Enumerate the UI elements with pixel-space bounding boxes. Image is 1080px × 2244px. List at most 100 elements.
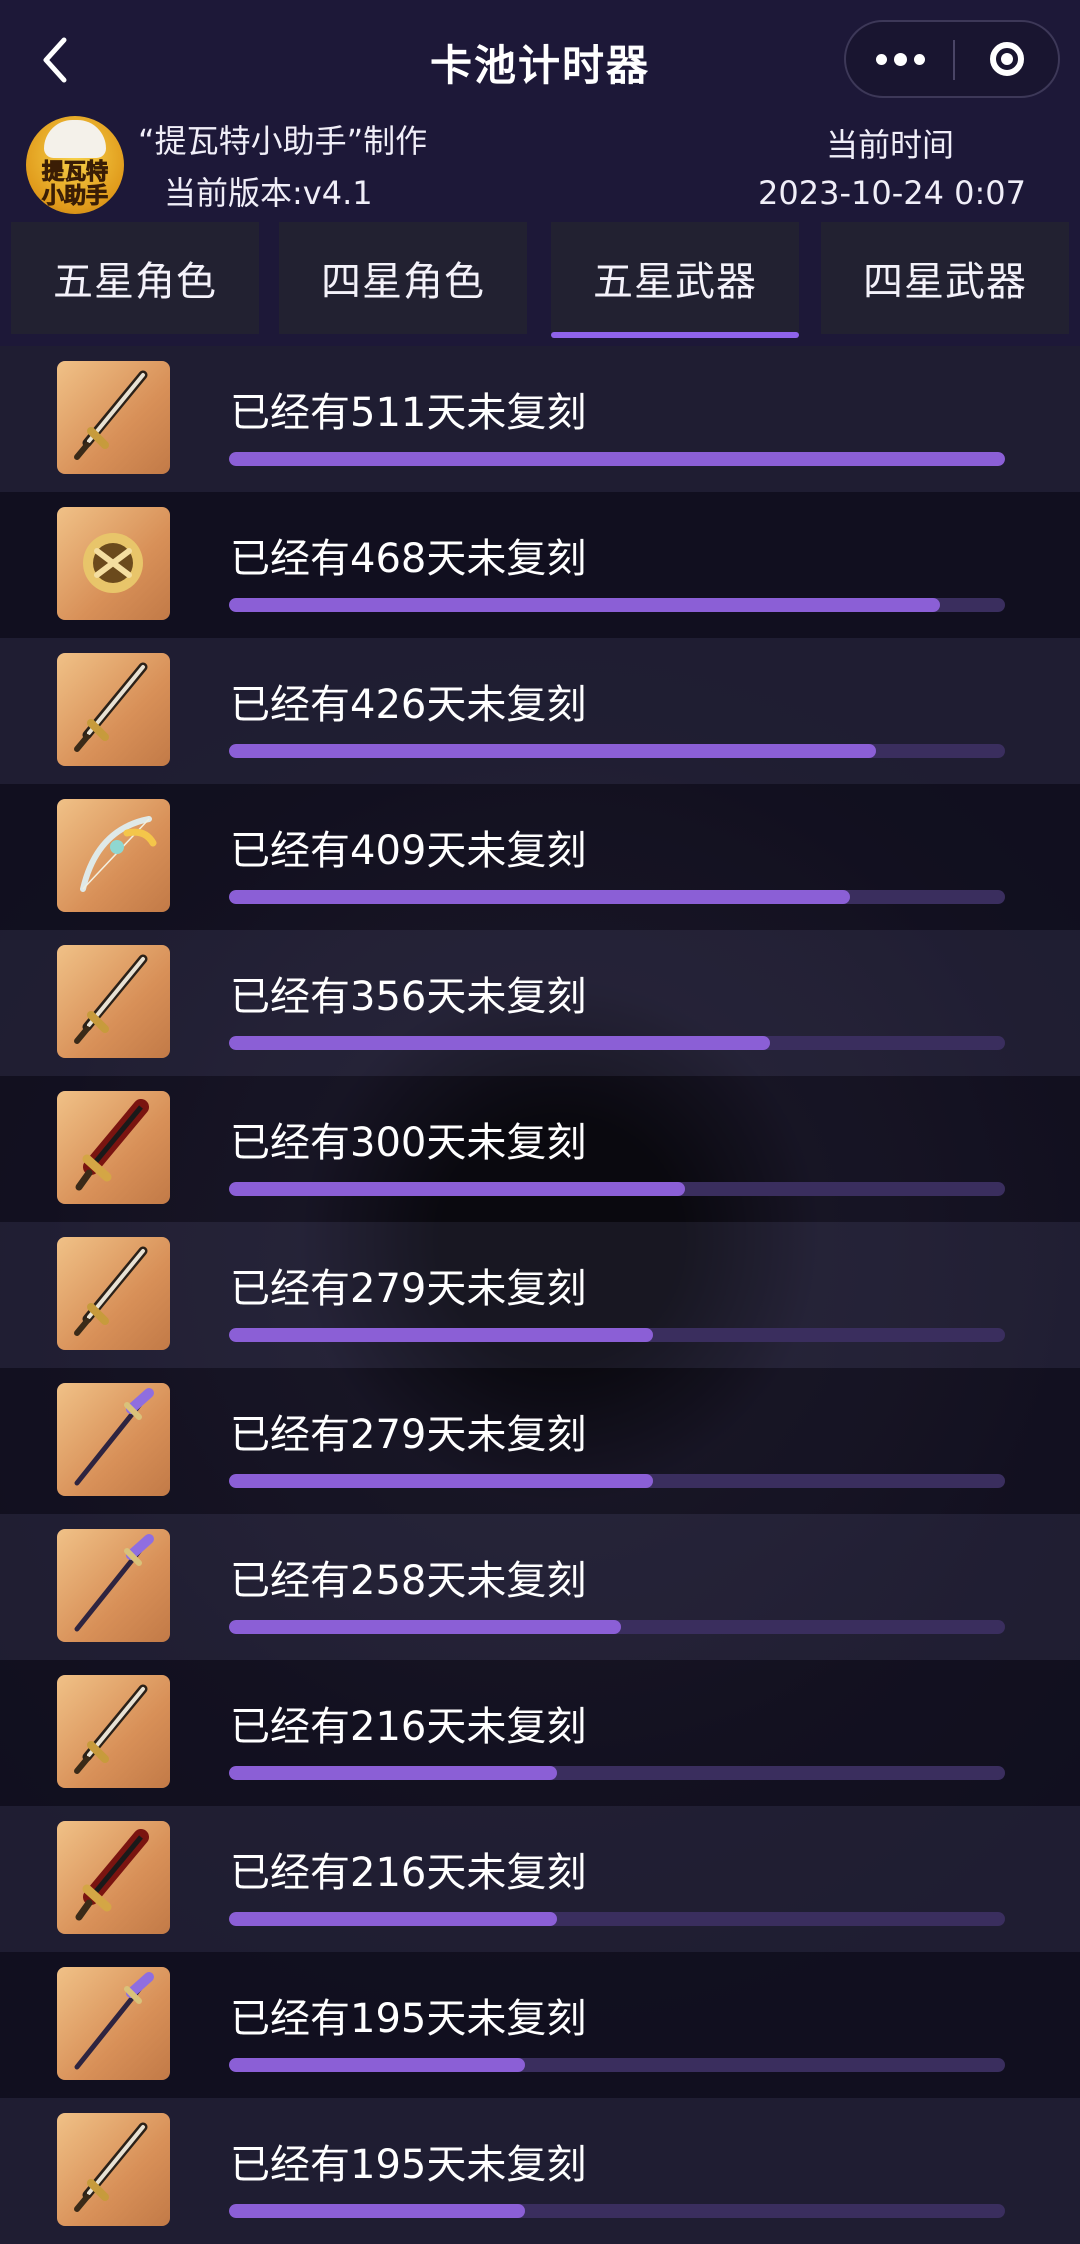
progress-track (229, 890, 1005, 904)
sword-icon (74, 2122, 148, 2212)
days-since-rerun-text: 已经有356天未复刻 (230, 974, 587, 1020)
close-button[interactable] (954, 22, 1060, 96)
tab-five-star-weapons[interactable]: 五星武器 (551, 222, 799, 338)
days-since-rerun-text: 已经有216天未复刻 (230, 1850, 587, 1896)
progress-fill (229, 744, 876, 758)
progress-fill (229, 1182, 685, 1196)
polearm-icon (74, 1972, 154, 2070)
mini-program-capsule (844, 20, 1060, 98)
polearm-icon (74, 1388, 154, 1486)
mascot-hair (44, 120, 106, 158)
days-since-rerun-text: 已经有279天未复刻 (230, 1412, 587, 1458)
weapon-thumbnail (57, 507, 170, 620)
weapon-row[interactable]: 已经有356天未复刻 (0, 930, 1080, 1076)
weapon-row[interactable]: 已经有279天未复刻 (0, 1222, 1080, 1368)
weapon-row[interactable]: 已经有216天未复刻 (0, 1660, 1080, 1806)
progress-fill (229, 2204, 526, 2218)
weapon-thumbnail (57, 799, 170, 912)
progress-track (229, 598, 1005, 612)
progress-fill (229, 1620, 621, 1634)
bow-icon (80, 816, 157, 892)
app-header: 提瓦特 小助手 “提瓦特小助手”制作 当前版本:v4.1 当前时间 2023-1… (0, 110, 1080, 220)
nav-bar: 卡池计时器 (0, 0, 1080, 120)
weapon-row[interactable]: 已经有216天未复刻 (0, 1806, 1080, 1952)
progress-track (229, 452, 1005, 466)
progress-track (229, 1182, 1005, 1196)
weapon-thumbnail (57, 1383, 170, 1496)
weapon-row[interactable]: 已经有258天未复刻 (0, 1514, 1080, 1660)
sword-icon (74, 954, 148, 1044)
more-button[interactable] (846, 22, 954, 96)
weapon-row[interactable]: 已经有195天未复刻 (0, 1952, 1080, 2098)
progress-track (229, 1912, 1005, 1926)
progress-fill (229, 1328, 653, 1342)
app-logo: 提瓦特 小助手 (26, 116, 124, 214)
progress-fill (229, 1036, 770, 1050)
days-since-rerun-text: 已经有300天未复刻 (230, 1120, 587, 1166)
progress-fill (229, 1766, 557, 1780)
version-label: 当前版本:v4.1 (164, 174, 373, 212)
weapon-row[interactable]: 已经有468天未复刻 (0, 492, 1080, 638)
weapon-list: 已经有511天未复刻 已经有468天未复刻 已经有426天未复刻 已经有409天未复刻… (0, 346, 1080, 2244)
progress-track (229, 2204, 1005, 2218)
claymore-icon (75, 1099, 149, 1191)
weapon-thumbnail (57, 1821, 170, 1934)
weapon-row[interactable]: 已经有426天未复刻 (0, 638, 1080, 784)
weapon-row[interactable]: 已经有300天未复刻 (0, 1076, 1080, 1222)
days-since-rerun-text: 已经有279天未复刻 (230, 1266, 587, 1312)
weapon-thumbnail (57, 653, 170, 766)
more-dots-icon (913, 53, 925, 65)
sword-icon (74, 1246, 148, 1336)
progress-track (229, 1620, 1005, 1634)
progress-fill (229, 598, 940, 612)
current-time-label: 当前时间 (826, 126, 955, 164)
sword-icon (74, 370, 148, 460)
weapon-row[interactable]: 已经有511天未复刻 (0, 346, 1080, 492)
days-since-rerun-text: 已经有409天未复刻 (230, 828, 587, 874)
progress-track (229, 744, 1005, 758)
tab-label: 四星角色 (321, 259, 485, 305)
weapon-thumbnail (57, 1091, 170, 1204)
tab-four-star-characters[interactable]: 四星角色 (279, 222, 527, 334)
tab-five-star-characters[interactable]: 五星角色 (11, 222, 259, 334)
claymore-icon (75, 1829, 149, 1921)
progress-track (229, 1328, 1005, 1342)
tab-four-star-weapons[interactable]: 四星武器 (821, 222, 1069, 334)
weapon-row[interactable]: 已经有279天未复刻 (0, 1368, 1080, 1514)
progress-fill (229, 1474, 653, 1488)
progress-fill (229, 1912, 557, 1926)
days-since-rerun-text: 已经有426天未复刻 (230, 682, 587, 728)
weapon-thumbnail (57, 1675, 170, 1788)
more-dots-icon (875, 53, 887, 65)
weapon-thumbnail (57, 361, 170, 474)
weapon-thumbnail (57, 1967, 170, 2080)
weapon-thumbnail (57, 945, 170, 1058)
days-since-rerun-text: 已经有195天未复刻 (230, 2142, 587, 2188)
weapon-row[interactable]: 已经有195天未复刻 (0, 2098, 1080, 2244)
weapon-thumbnail (57, 1237, 170, 1350)
weapon-row[interactable]: 已经有409天未复刻 (0, 784, 1080, 930)
tab-label: 四星武器 (863, 259, 1027, 305)
days-since-rerun-text: 已经有216天未复刻 (230, 1704, 587, 1750)
tab-label: 五星武器 (593, 259, 757, 305)
progress-fill (229, 890, 851, 904)
weapon-thumbnail (57, 2113, 170, 2226)
days-since-rerun-text: 已经有195天未复刻 (230, 1996, 587, 2042)
days-since-rerun-text: 已经有258天未复刻 (230, 1558, 587, 1604)
maker-credit: “提瓦特小助手”制作 (138, 122, 428, 160)
progress-track (229, 1474, 1005, 1488)
days-since-rerun-text: 已经有468天未复刻 (230, 536, 587, 582)
logo-text-bottom: 小助手 (41, 184, 108, 210)
more-dots-icon (893, 52, 907, 66)
category-tabs: 五星角色 四星角色 五星武器 四星武器 (0, 220, 1080, 346)
target-close-icon (990, 42, 1024, 76)
catalyst-icon (83, 533, 143, 593)
sword-icon (74, 1684, 148, 1774)
days-since-rerun-text: 已经有511天未复刻 (230, 390, 587, 436)
tab-label: 五星角色 (53, 259, 217, 305)
progress-fill (229, 2058, 526, 2072)
weapon-thumbnail (57, 1529, 170, 1642)
sword-icon (74, 662, 148, 752)
progress-track (229, 1036, 1005, 1050)
progress-track (229, 2058, 1005, 2072)
